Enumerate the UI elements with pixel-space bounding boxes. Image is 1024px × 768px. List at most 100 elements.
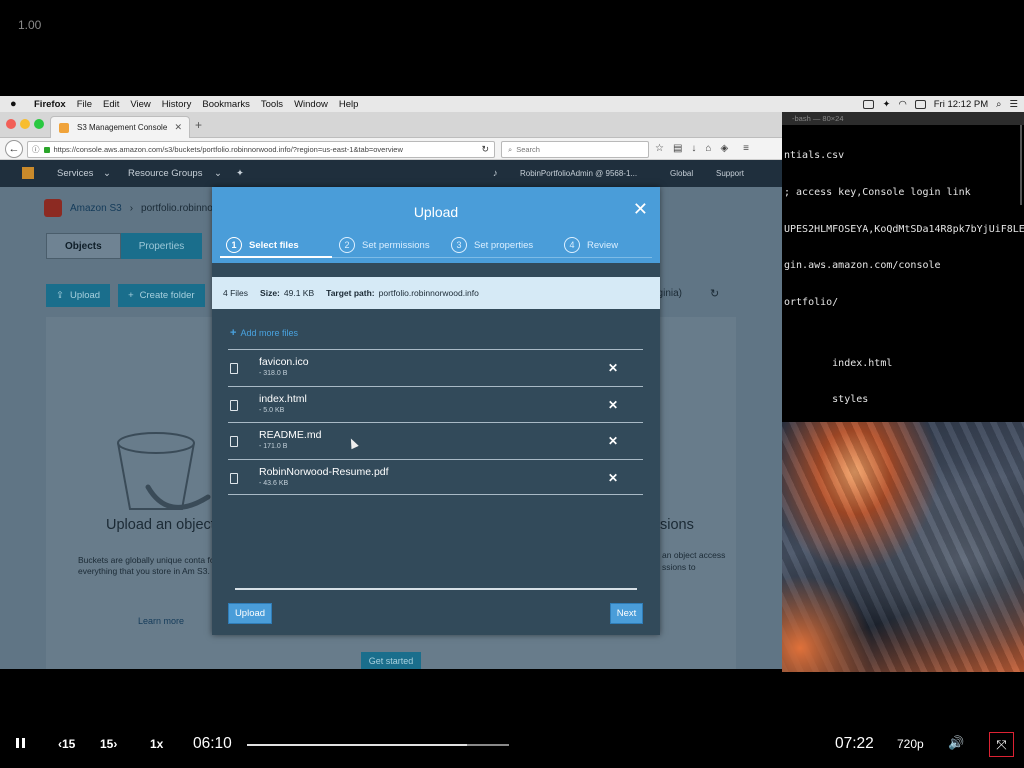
aws-top-nav: Services ⌄ Resource Groups ⌄ ✦ ♪ RobinPo…	[0, 160, 782, 187]
services-menu[interactable]: Services	[57, 168, 93, 179]
menu-edit[interactable]: Edit	[103, 99, 119, 110]
playback-rate-button[interactable]: 1x	[150, 737, 163, 751]
terminal-line: index.html	[784, 357, 893, 369]
remove-file-icon[interactable]: ✕	[608, 434, 618, 448]
step-set-properties[interactable]: 3 Set properties	[451, 237, 533, 253]
menu-help[interactable]: Help	[339, 99, 359, 110]
airplay-icon[interactable]	[914, 99, 926, 109]
bucket-actions: ⇪ Upload + Create folder	[46, 284, 205, 307]
breadcrumb: Amazon S3 › portfolio.robinno	[44, 199, 213, 217]
search-input[interactable]: ⌕ Search	[501, 141, 649, 158]
apple-icon[interactable]: ●	[10, 98, 24, 110]
wifi-icon[interactable]: ◠	[898, 99, 906, 110]
bookmark-star-icon[interactable]: ☆	[655, 143, 664, 154]
next-button[interactable]: Next	[610, 603, 643, 624]
total-time: 07:22	[835, 735, 874, 752]
browser-tab[interactable]: S3 Management Console ✕	[50, 116, 190, 138]
get-started-button[interactable]: Get started	[361, 652, 421, 669]
terminal-line: ortfolio/	[784, 296, 839, 308]
screen-record-icon[interactable]	[863, 99, 875, 109]
bucket-tabs: Objects Properties	[46, 233, 203, 259]
permissions-heading: sions	[660, 517, 694, 533]
terminal-window: -bash — 80×24 ntials.csv ; access key,Co…	[782, 112, 1024, 422]
reading-list-icon[interactable]: ▤	[673, 143, 682, 154]
account-menu[interactable]: RobinPortfolioAdmin @ 9568-1...	[520, 169, 637, 178]
spotlight-icon[interactable]: ⌕	[996, 99, 1001, 110]
menu-file[interactable]: File	[77, 99, 92, 110]
dropbox-icon[interactable]: ✦	[882, 99, 890, 110]
learn-more-link[interactable]: Learn more	[138, 616, 184, 626]
menubar-clock[interactable]: Fri 12:12 PM	[934, 99, 988, 110]
terminal-scrollbar[interactable]	[1020, 125, 1022, 205]
remove-file-icon[interactable]: ✕	[608, 398, 618, 412]
close-window-icon[interactable]	[6, 119, 16, 129]
current-time: 06:10	[193, 735, 232, 752]
wallpaper-glow	[782, 552, 872, 672]
info-icon[interactable]: ⓘ	[32, 144, 40, 155]
exit-fullscreen-icon[interactable]: ⤧	[989, 732, 1014, 757]
add-more-files-link[interactable]: + Add more files	[230, 327, 298, 339]
menu-window[interactable]: Window	[294, 99, 328, 110]
forward-15-button[interactable]: 15›	[100, 737, 117, 751]
step-label: Set permissions	[362, 239, 430, 251]
terminal-title: -bash — 80×24	[782, 112, 1024, 125]
tab-properties[interactable]: Properties	[120, 233, 203, 259]
back-arrow-icon[interactable]: ←	[5, 140, 23, 158]
menu-tools[interactable]: Tools	[261, 99, 283, 110]
minimize-window-icon[interactable]	[20, 119, 30, 129]
upload-summary: 4 Files Size: 49.1 KB Target path: portf…	[212, 277, 660, 309]
modal-header: Upload ✕ 1 Select files 2 Set permission…	[212, 187, 660, 263]
hamburger-menu-icon[interactable]: ≡	[743, 143, 749, 154]
lock-icon	[43, 146, 50, 153]
remove-file-icon[interactable]: ✕	[608, 471, 618, 485]
home-icon[interactable]: ⌂	[705, 143, 711, 154]
url-bar[interactable]: ⓘ https://console.aws.amazon.com/s3/buck…	[27, 141, 495, 158]
quality-button[interactable]: 720p	[897, 737, 924, 751]
pocket-icon[interactable]: ◈	[720, 143, 728, 154]
file-icon	[230, 363, 238, 374]
step-number: 1	[226, 237, 242, 253]
menu-view[interactable]: View	[130, 99, 150, 110]
upload-action-button[interactable]: ⇪ Upload	[46, 284, 111, 307]
target-path-label: Target path:	[326, 288, 375, 298]
notification-center-icon[interactable]: ☰	[1009, 99, 1018, 110]
file-name: favicon.ico	[259, 356, 309, 368]
volume-icon[interactable]: 🔊	[948, 735, 964, 751]
modal-title: Upload	[413, 204, 459, 220]
target-path-value: portfolio.robinnorwood.info	[378, 288, 479, 298]
breadcrumb-amazon-s3[interactable]: Amazon S3	[70, 203, 122, 214]
step-review[interactable]: 4 Review	[564, 237, 618, 253]
menu-bookmarks[interactable]: Bookmarks	[202, 99, 250, 110]
create-folder-button[interactable]: + Create folder	[118, 284, 205, 307]
region-menu[interactable]: Global	[670, 169, 693, 178]
aws-logo-icon[interactable]	[22, 167, 34, 179]
menu-app-firefox[interactable]: Firefox	[34, 99, 66, 110]
refresh-icon[interactable]: ↻	[710, 287, 719, 300]
remove-file-icon[interactable]: ✕	[608, 361, 618, 375]
reload-icon[interactable]: ↻	[481, 144, 489, 155]
resource-groups-menu[interactable]: Resource Groups	[128, 168, 202, 179]
support-menu[interactable]: Support	[716, 169, 744, 178]
scrubber-progress[interactable]	[247, 744, 467, 746]
new-tab-button[interactable]: +	[195, 118, 202, 132]
upload-button[interactable]: Upload	[228, 603, 272, 624]
terminal-line: ntials.csv	[784, 150, 845, 162]
tab-close-icon[interactable]: ✕	[174, 122, 182, 133]
wizard-steps: 1 Select files 2 Set permissions 3 Set p…	[224, 237, 654, 257]
rewind-15-button[interactable]: ‹15	[58, 737, 75, 751]
pause-icon[interactable]	[16, 737, 28, 749]
download-icon[interactable]: ↓	[691, 143, 696, 154]
bell-icon[interactable]: ♪	[493, 168, 498, 179]
step-select-files[interactable]: 1 Select files	[226, 237, 299, 253]
menu-history[interactable]: History	[162, 99, 192, 110]
pin-icon[interactable]: ✦	[236, 168, 244, 179]
step-set-permissions[interactable]: 2 Set permissions	[339, 237, 430, 253]
rewind-label: 15	[62, 737, 76, 751]
tab-objects[interactable]: Objects	[46, 233, 121, 259]
modal-divider	[235, 588, 637, 590]
zoom-window-icon[interactable]	[34, 119, 44, 129]
tab-title: S3 Management Console	[77, 123, 168, 132]
breadcrumb-bucket: portfolio.robinno	[141, 202, 213, 214]
close-icon[interactable]: ✕	[633, 200, 648, 218]
plus-icon: +	[128, 290, 134, 301]
